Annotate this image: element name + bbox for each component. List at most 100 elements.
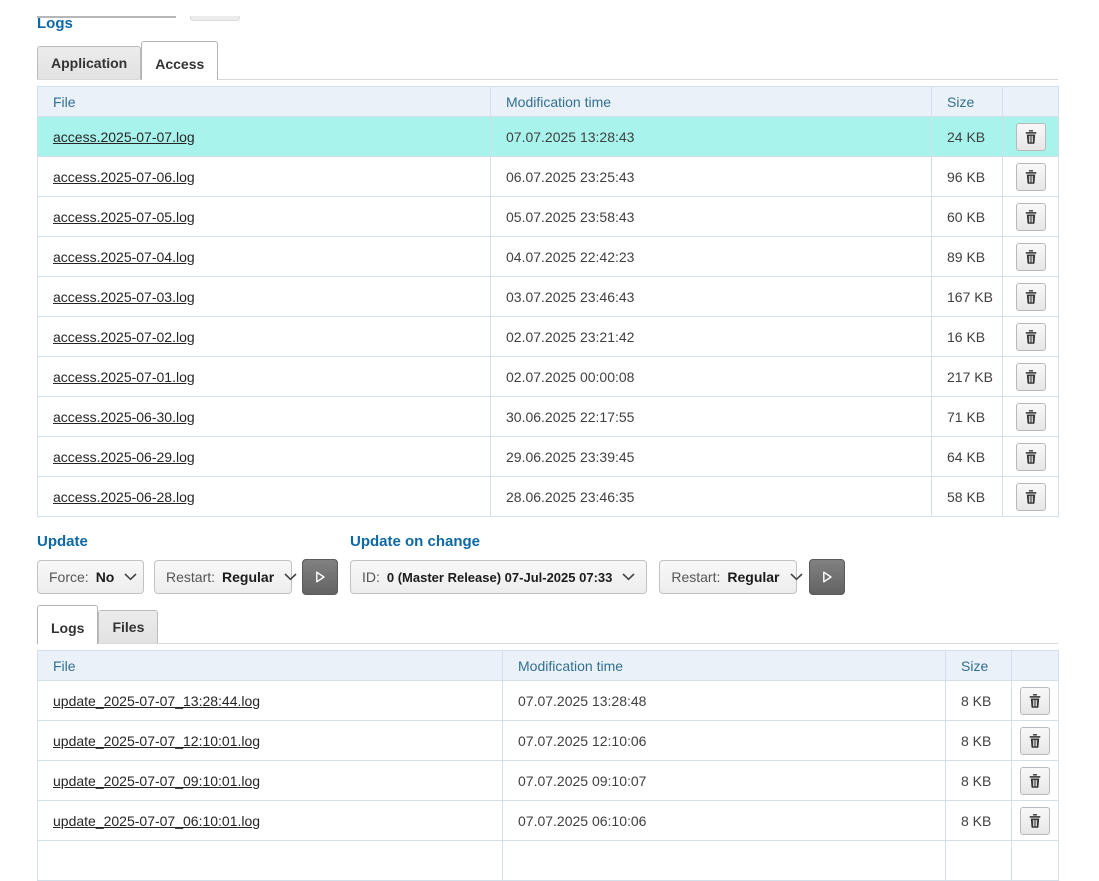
delete-button[interactable] [1016, 243, 1046, 271]
table-row: update_2025-07-07_09:10:01.log 07.07.202… [38, 761, 1059, 801]
update-on-change-heading: Update on change [350, 534, 845, 550]
column-header-file: File [38, 651, 503, 681]
table-header-row: File Modification time Size [38, 87, 1059, 117]
delete-button[interactable] [1016, 163, 1046, 191]
log-file-link[interactable]: access.2025-07-05.log [53, 209, 195, 225]
delete-button[interactable] [1020, 687, 1050, 715]
modification-time-cell: 28.06.2025 23:46:35 [491, 477, 932, 517]
column-header-modification-time: Modification time [491, 87, 932, 117]
force-select[interactable]: Force: No [37, 560, 144, 594]
chevron-down-icon [114, 573, 137, 581]
file-size-cell: 8 KB [946, 681, 1012, 721]
release-id-select-label: ID: [362, 569, 380, 585]
delete-button[interactable] [1016, 403, 1046, 431]
delete-button[interactable] [1016, 443, 1046, 471]
delete-button[interactable] [1020, 807, 1050, 835]
file-size-cell: 60 KB [932, 197, 1003, 237]
restart-select-value: Regular [222, 569, 274, 585]
file-size-cell: 24 KB [932, 117, 1003, 157]
table-row: access.2025-07-06.log 06.07.2025 23:25:4… [38, 157, 1059, 197]
file-size-cell: 16 KB [932, 317, 1003, 357]
log-file-link[interactable]: access.2025-07-01.log [53, 369, 195, 385]
modification-time-cell: 30.06.2025 22:17:55 [491, 397, 932, 437]
trash-icon [1029, 734, 1041, 748]
log-file-link[interactable]: access.2025-07-03.log [53, 289, 195, 305]
force-select-value: No [96, 569, 115, 585]
table-row: access.2025-06-30.log 30.06.2025 22:17:5… [38, 397, 1059, 437]
modification-time-cell: 02.07.2025 00:00:08 [491, 357, 932, 397]
restart-on-change-select-value: Regular [727, 569, 779, 585]
trash-icon [1025, 130, 1037, 144]
delete-button[interactable] [1016, 203, 1046, 231]
trash-icon [1025, 410, 1037, 424]
chevron-down-icon [780, 573, 803, 581]
release-id-select[interactable]: ID: 0 (Master Release) 07-Jul-2025 07:33 [350, 560, 647, 594]
modification-time-cell: 07.07.2025 13:28:48 [503, 681, 946, 721]
modification-time-cell: 07.07.2025 06:10:06 [503, 801, 946, 841]
log-file-link[interactable]: update_2025-07-07_12:10:01.log [53, 733, 260, 749]
page: Logs Application Access File Modificatio… [0, 16, 1099, 881]
file-size-cell: 8 KB [946, 761, 1012, 801]
tab-logs[interactable]: Logs [37, 605, 98, 644]
chevron-down-icon [612, 573, 635, 581]
table-row: access.2025-07-07.log 07.07.2025 13:28:4… [38, 117, 1059, 157]
log-file-link[interactable]: access.2025-07-02.log [53, 329, 195, 345]
restart-on-change-select[interactable]: Restart: Regular [659, 560, 797, 594]
log-file-link[interactable]: update_2025-07-07_13:28:44.log [53, 693, 260, 709]
modification-time-cell: 06.07.2025 23:25:43 [491, 157, 932, 197]
column-header-actions [1012, 651, 1059, 681]
column-header-size: Size [946, 651, 1012, 681]
log-file-link[interactable]: access.2025-06-28.log [53, 489, 195, 505]
modification-time-cell: 05.07.2025 23:58:43 [491, 197, 932, 237]
log-file-link[interactable]: access.2025-07-04.log [53, 249, 195, 265]
delete-button[interactable] [1016, 483, 1046, 511]
log-file-link[interactable]: update_2025-07-07_09:10:01.log [53, 773, 260, 789]
modification-time-cell: 07.07.2025 13:28:43 [491, 117, 932, 157]
modification-time-cell: 29.06.2025 23:39:45 [491, 437, 932, 477]
modification-time-cell: 02.07.2025 23:21:42 [491, 317, 932, 357]
access-logs-rows: access.2025-07-07.log 07.07.2025 13:28:4… [38, 117, 1059, 517]
modification-time-cell: 07.07.2025 12:10:06 [503, 721, 946, 761]
delete-button[interactable] [1020, 727, 1050, 755]
access-logs-table: File Modification time Size access.2025-… [37, 86, 1059, 517]
tab-access[interactable]: Access [141, 41, 218, 80]
modification-time-cell: 03.07.2025 23:46:43 [491, 277, 932, 317]
log-file-link[interactable]: access.2025-07-07.log [53, 129, 195, 145]
table-row: access.2025-06-29.log 29.06.2025 23:39:4… [38, 437, 1059, 477]
file-size-cell: 64 KB [932, 437, 1003, 477]
update-logs-table: File Modification time Size update_2025-… [37, 650, 1059, 881]
log-file-link[interactable]: access.2025-06-29.log [53, 449, 195, 465]
force-select-label: Force: [49, 569, 89, 585]
trash-icon [1025, 210, 1037, 224]
table-row: access.2025-06-28.log 28.06.2025 23:46:3… [38, 477, 1059, 517]
restart-select[interactable]: Restart: Regular [154, 560, 292, 594]
file-size-cell: 217 KB [932, 357, 1003, 397]
chevron-down-icon [274, 573, 297, 581]
tab-application[interactable]: Application [37, 46, 141, 79]
run-update-button[interactable] [302, 559, 338, 595]
tab-files[interactable]: Files [98, 610, 158, 643]
trash-icon [1025, 170, 1037, 184]
release-id-select-value: 0 (Master Release) 07-Jul-2025 07:33 [387, 570, 612, 585]
delete-button[interactable] [1016, 283, 1046, 311]
update-controls-area: Update Force: No Restart: Regular [37, 534, 1058, 595]
column-header-modification-time: Modification time [503, 651, 946, 681]
trash-icon [1025, 290, 1037, 304]
file-size-cell: 96 KB [932, 157, 1003, 197]
restart-on-change-select-label: Restart: [671, 569, 720, 585]
table-row: access.2025-07-02.log 02.07.2025 23:21:4… [38, 317, 1059, 357]
log-file-link[interactable]: update_2025-07-07_06:10:01.log [53, 813, 260, 829]
delete-button[interactable] [1016, 363, 1046, 391]
trash-icon [1029, 694, 1041, 708]
column-header-actions [1003, 87, 1059, 117]
delete-button[interactable] [1020, 767, 1050, 795]
log-file-link[interactable]: access.2025-07-06.log [53, 169, 195, 185]
update-group: Update Force: No Restart: Regular [37, 534, 338, 595]
run-update-on-change-button[interactable] [809, 559, 845, 595]
logs-section-heading: Logs [37, 16, 1058, 32]
modification-time-cell: 07.07.2025 09:10:07 [503, 761, 946, 801]
log-file-link[interactable]: access.2025-06-30.log [53, 409, 195, 425]
delete-button[interactable] [1016, 323, 1046, 351]
delete-button[interactable] [1016, 123, 1046, 151]
trash-icon [1025, 450, 1037, 464]
